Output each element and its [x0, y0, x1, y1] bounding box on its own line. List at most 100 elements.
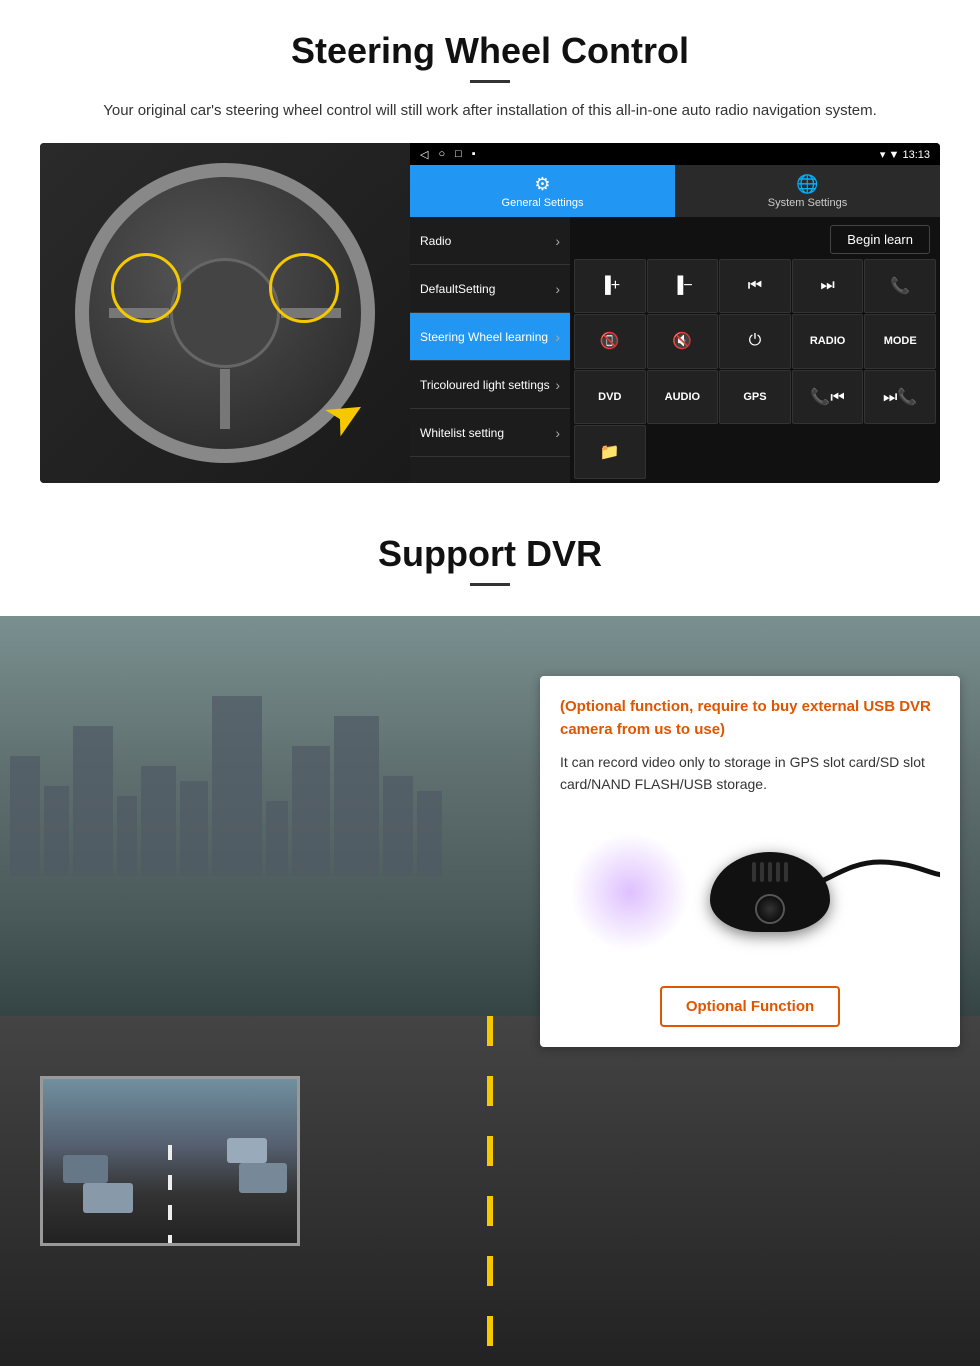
vent: [776, 862, 780, 882]
menu-item-tricoloured[interactable]: Tricoloured light settings ›: [410, 361, 570, 409]
vol-up-button[interactable]: ▐+: [574, 259, 646, 313]
vol-down-icon: ▐−: [672, 277, 693, 295]
gps-label: GPS: [743, 391, 766, 403]
camera-vents: [752, 862, 788, 882]
building: [10, 756, 40, 876]
car-thumbnail: [63, 1155, 108, 1183]
dvr-camera-lens: [755, 894, 785, 924]
vent: [784, 862, 788, 882]
nav-menu-icon: ▪: [472, 148, 476, 161]
audio-button[interactable]: AUDIO: [647, 370, 719, 424]
chevron-icon: ›: [555, 233, 560, 249]
power-button[interactable]: ⏻: [719, 314, 791, 368]
status-bar: ◁ ○ □ ▪ ▾ ▼ 13:13: [410, 143, 940, 165]
vol-down-button[interactable]: ▐−: [647, 259, 719, 313]
menu-item-default-setting[interactable]: DefaultSetting ›: [410, 265, 570, 313]
thumbnail-road-line: [168, 1145, 172, 1243]
tab-general-label: General Settings: [502, 197, 584, 209]
menu-item-whitelist[interactable]: Whitelist setting ›: [410, 409, 570, 457]
phone-next-icon: ⏭📞: [883, 387, 917, 407]
mode-button[interactable]: MODE: [864, 314, 936, 368]
vol-up-icon: ▐+: [599, 277, 620, 295]
dvd-button[interactable]: DVD: [574, 370, 646, 424]
nav-home-icon: ○: [438, 148, 445, 161]
steering-wheel-mock: ➤: [65, 153, 385, 473]
dvr-background: (Optional function, require to buy exter…: [0, 616, 980, 1366]
steering-wheel-area: ➤: [40, 143, 410, 483]
phone-icon: 📞: [890, 276, 910, 296]
power-icon: ⏻: [749, 332, 762, 350]
dvr-thumbnail: [40, 1076, 300, 1246]
chevron-icon: ›: [555, 425, 560, 441]
menu-tricoloured-label: Tricoloured light settings: [420, 378, 550, 392]
building: [117, 796, 137, 876]
status-bar-left: ◁ ○ □ ▪: [420, 148, 476, 161]
chevron-icon: ›: [555, 377, 560, 393]
road-center-line: [487, 1016, 493, 1366]
menu-item-steering-wheel-learning[interactable]: Steering Wheel learning ›: [410, 313, 570, 361]
tab-system-settings[interactable]: 🌐 System Settings: [675, 165, 940, 217]
phone-prev-icon: 📞⏮: [810, 387, 844, 407]
control-buttons-grid: Begin learn ▐+ ▐− ⏮ ⏭: [570, 217, 940, 483]
nav-recent-icon: □: [455, 148, 462, 161]
dvr-title: Support DVR: [40, 533, 940, 575]
optional-function-button[interactable]: Optional Function: [660, 986, 840, 1027]
folder-button[interactable]: 📁: [574, 425, 646, 479]
gps-button[interactable]: GPS: [719, 370, 791, 424]
building: [417, 791, 442, 876]
gear-icon: ⚙: [534, 174, 550, 195]
tab-general-settings[interactable]: ⚙ General Settings: [410, 165, 675, 217]
menu-radio-label: Radio: [420, 234, 451, 248]
building: [212, 696, 262, 876]
vent: [760, 862, 764, 882]
nav-back-icon: ◁: [420, 148, 428, 161]
highlight-circle-left: [111, 253, 181, 323]
audio-label: AUDIO: [665, 391, 700, 403]
highlight-circle-right: [269, 253, 339, 323]
radio-button[interactable]: RADIO: [792, 314, 864, 368]
tab-bar: ⚙ General Settings 🌐 System Settings: [410, 165, 940, 217]
dvr-info-box: (Optional function, require to buy exter…: [540, 676, 960, 1047]
building: [44, 786, 69, 876]
android-panel: ◁ ○ □ ▪ ▾ ▼ 13:13 ⚙ General Settings: [410, 143, 940, 483]
building: [73, 726, 113, 876]
phone-button[interactable]: 📞: [864, 259, 936, 313]
menu-item-radio[interactable]: Radio ›: [410, 217, 570, 265]
status-bar-right: ▾ ▼ 13:13: [880, 148, 930, 161]
prev-icon: ⏮: [748, 277, 762, 295]
dvd-label: DVD: [598, 391, 621, 403]
building: [141, 766, 176, 876]
dvr-camera-body: [710, 852, 830, 932]
car-thumbnail: [83, 1183, 133, 1213]
menu-whitelist-label: Whitelist setting: [420, 426, 504, 440]
tab-system-label: System Settings: [768, 197, 847, 209]
next-icon: ⏭: [820, 277, 834, 295]
menu-list: Radio › DefaultSetting › Steering Wheel …: [410, 217, 570, 483]
dvr-section: Support DVR: [0, 513, 980, 1366]
dvr-description: It can record video only to storage in G…: [560, 751, 940, 796]
hang-up-button[interactable]: 📵: [574, 314, 646, 368]
car-thumbnail: [227, 1138, 267, 1163]
dvr-camera-illustration: [560, 812, 940, 972]
steering-wheel-inner: [170, 258, 280, 368]
mute-button[interactable]: 🔇: [647, 314, 719, 368]
title-divider: [470, 80, 510, 83]
vent: [768, 862, 772, 882]
dvr-optional-text: (Optional function, require to buy exter…: [560, 696, 940, 741]
signal-icon: ▾: [880, 149, 886, 161]
dvr-title-divider: [470, 583, 510, 586]
building: [292, 746, 330, 876]
system-icon: 🌐: [796, 174, 818, 195]
next-button[interactable]: ⏭: [792, 259, 864, 313]
building: [383, 776, 413, 876]
radio-label: RADIO: [810, 335, 845, 347]
menu-steering-label: Steering Wheel learning: [420, 330, 548, 344]
mute-icon: 🔇: [672, 331, 692, 351]
begin-learn-button[interactable]: Begin learn: [830, 225, 930, 254]
prev-button[interactable]: ⏮: [719, 259, 791, 313]
phone-prev-button[interactable]: 📞⏮: [792, 370, 864, 424]
phone-next-button[interactable]: ⏭📞: [864, 370, 936, 424]
camera-light-effect: [570, 832, 690, 952]
folder-icon: 📁: [600, 442, 620, 462]
vent: [752, 862, 756, 882]
